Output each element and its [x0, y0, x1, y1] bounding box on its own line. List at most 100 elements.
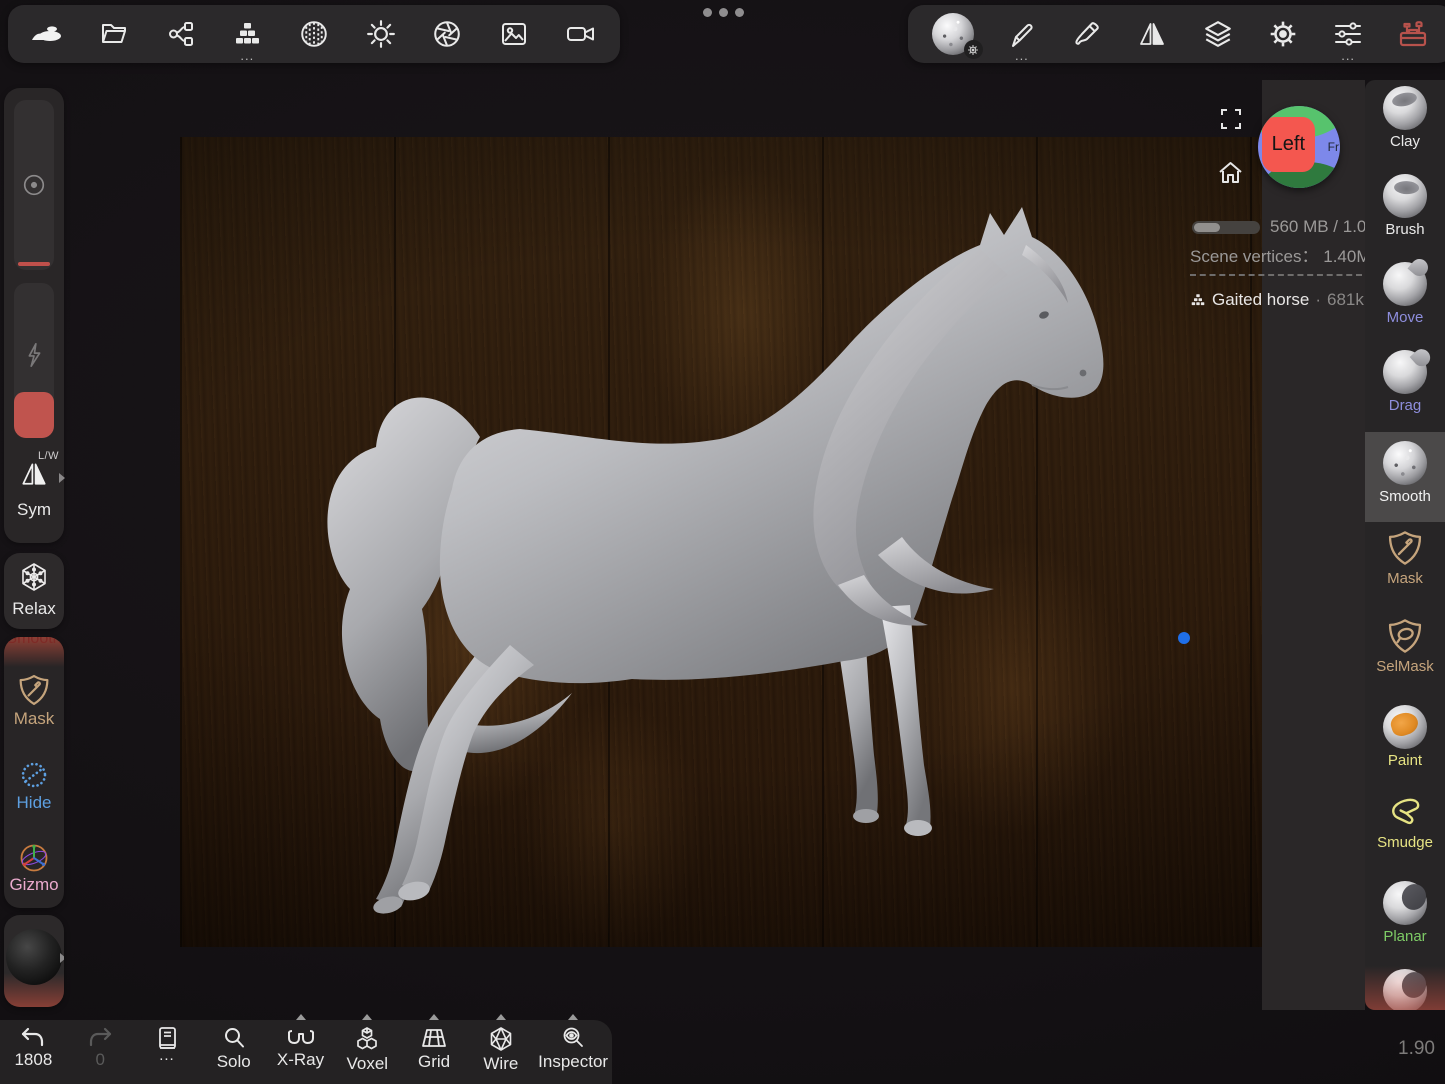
drag-tool-icon [1380, 347, 1430, 397]
symmetry-mirror-icon[interactable] [1130, 9, 1174, 59]
smudge-tool-icon [1365, 793, 1445, 831]
voxel-caret-icon [362, 1014, 372, 1020]
solo-button[interactable]: Solo [200, 1020, 267, 1084]
tools-sidebar: Clay Brush Move Drag Smooth Mask [1365, 80, 1445, 1010]
tool-brush[interactable]: Brush [1365, 174, 1445, 238]
selmask-tool-label: SelMask [1365, 658, 1445, 675]
hide-dotted-icon[interactable] [4, 759, 64, 791]
files-folder-icon[interactable] [92, 9, 136, 59]
material-sphere-icon[interactable] [292, 9, 336, 59]
fullscreen-icon[interactable] [1220, 108, 1242, 130]
relax-web-icon [4, 561, 64, 593]
top-left-toolbar: ... [8, 5, 620, 63]
left-brush-controls-panel: L/W Sym [4, 88, 64, 543]
tool-planar[interactable]: Planar [1365, 881, 1445, 945]
paint-tool-icon [1383, 705, 1427, 749]
window-handle-dots[interactable] [703, 8, 744, 17]
horse-model[interactable] [180, 137, 1262, 947]
camera-video-icon[interactable] [559, 9, 603, 59]
layers-icon[interactable] [1196, 9, 1240, 59]
hide-label[interactable]: Hide [4, 793, 64, 813]
tool-clay[interactable]: Clay [1365, 86, 1445, 150]
sym-expand-arrow-icon[interactable] [59, 473, 65, 483]
intensity-slider[interactable] [14, 283, 54, 438]
selmask-tool-icon [1365, 617, 1445, 655]
stylus-menu[interactable]: ... [1000, 9, 1044, 59]
clay-tool-icon [1383, 86, 1427, 130]
wire-caret-icon [496, 1014, 506, 1020]
gizmo-label[interactable]: Gizmo [4, 875, 64, 895]
clay-tool-label: Clay [1365, 133, 1445, 150]
radius-slider-value [18, 262, 50, 266]
mask-label[interactable]: Mask [4, 709, 64, 729]
wire-label: Wire [483, 1054, 518, 1074]
app-logo-icon[interactable] [25, 9, 69, 59]
toolbox-icon[interactable] [1391, 9, 1435, 59]
inspector-caret-icon [568, 1014, 578, 1020]
history-button[interactable]: ... [134, 1020, 201, 1084]
mask-tool-label: Mask [1365, 570, 1445, 587]
brush-tool-label: Brush [1365, 221, 1445, 238]
scene-graph-icon[interactable] [159, 9, 203, 59]
interface-sliders-menu[interactable]: ... [1326, 9, 1370, 59]
topology-menu[interactable]: ... [225, 9, 269, 59]
tool-mask[interactable]: Mask [1365, 529, 1445, 587]
inspector-eye-magnifier-icon [561, 1026, 585, 1050]
paint-tool-label: Paint [1365, 752, 1445, 769]
sym-mode-badge: L/W [38, 450, 59, 462]
matcap-sphere-preview[interactable] [6, 929, 62, 985]
xray-button[interactable]: X-Ray [267, 1020, 334, 1084]
relax-tool-panel[interactable]: Relax [4, 553, 64, 629]
viewport-canvas[interactable] [180, 137, 1262, 947]
mask-shield-icon[interactable] [4, 673, 64, 707]
navball-left-face[interactable]: Left [1262, 117, 1314, 173]
material-paintbrush-icon[interactable] [1065, 9, 1109, 59]
stylus-cursor-dot [1178, 632, 1190, 644]
relax-label: Relax [4, 599, 64, 619]
sym-label[interactable]: Sym [4, 500, 64, 520]
matcap-panel[interactable] [4, 915, 64, 1007]
history-more-dots: ... [159, 1054, 175, 1058]
solo-label: Solo [217, 1052, 251, 1072]
gizmo-axes-icon[interactable] [4, 841, 64, 875]
planar-tool-icon [1383, 881, 1427, 925]
redo-button[interactable]: 0 [67, 1020, 134, 1084]
voxel-label: Voxel [347, 1054, 389, 1074]
grid-label: Grid [418, 1052, 450, 1072]
inspector-button[interactable]: Inspector [534, 1020, 612, 1084]
object-separator: · [1315, 290, 1321, 310]
voxel-button[interactable]: Voxel [334, 1020, 401, 1084]
home-icon[interactable] [1217, 160, 1244, 186]
drag-tool-label: Drag [1365, 397, 1445, 414]
intensity-slider-value [14, 392, 54, 438]
topology-more-dots: ... [225, 54, 269, 58]
wire-button[interactable]: Wire [467, 1020, 534, 1084]
matcap-expand-arrow-icon[interactable] [60, 953, 64, 963]
solo-magnifier-icon [222, 1026, 246, 1050]
undo-button[interactable]: 1808 [0, 1020, 67, 1084]
tool-selmask[interactable]: SelMask [1365, 617, 1445, 675]
orientation-navball[interactable]: Left Fr [1258, 106, 1340, 188]
object-row[interactable]: Gaited horse · 681k [1190, 290, 1364, 310]
topology-icon [232, 21, 262, 47]
postprocess-aperture-icon[interactable] [425, 9, 469, 59]
sliders-icon [1333, 21, 1363, 47]
undo-count: 1808 [14, 1050, 52, 1070]
tool-smudge[interactable]: Smudge [1365, 793, 1445, 851]
lighting-sun-icon[interactable] [359, 9, 403, 59]
tool-smooth-selected[interactable]: Smooth [1365, 441, 1445, 505]
background-image-icon[interactable] [492, 9, 536, 59]
radius-slider[interactable] [14, 100, 54, 270]
tool-paint[interactable]: Paint [1365, 705, 1445, 769]
symmetry-toggle-icon[interactable] [4, 458, 64, 488]
move-tool-label: Move [1365, 309, 1445, 326]
tool-drag[interactable]: Drag [1365, 350, 1445, 414]
bottom-toolbar: 1808 0 ... Solo [0, 1020, 612, 1084]
grid-plane-icon [421, 1026, 447, 1050]
brush-preview-button[interactable] [927, 9, 979, 59]
tool-move[interactable]: Move [1365, 262, 1445, 326]
grid-button[interactable]: Grid [401, 1020, 468, 1084]
mask-tool-icon [1365, 529, 1445, 567]
mesh-pyramid-icon [1190, 293, 1206, 307]
settings-gear-icon[interactable] [1261, 9, 1305, 59]
